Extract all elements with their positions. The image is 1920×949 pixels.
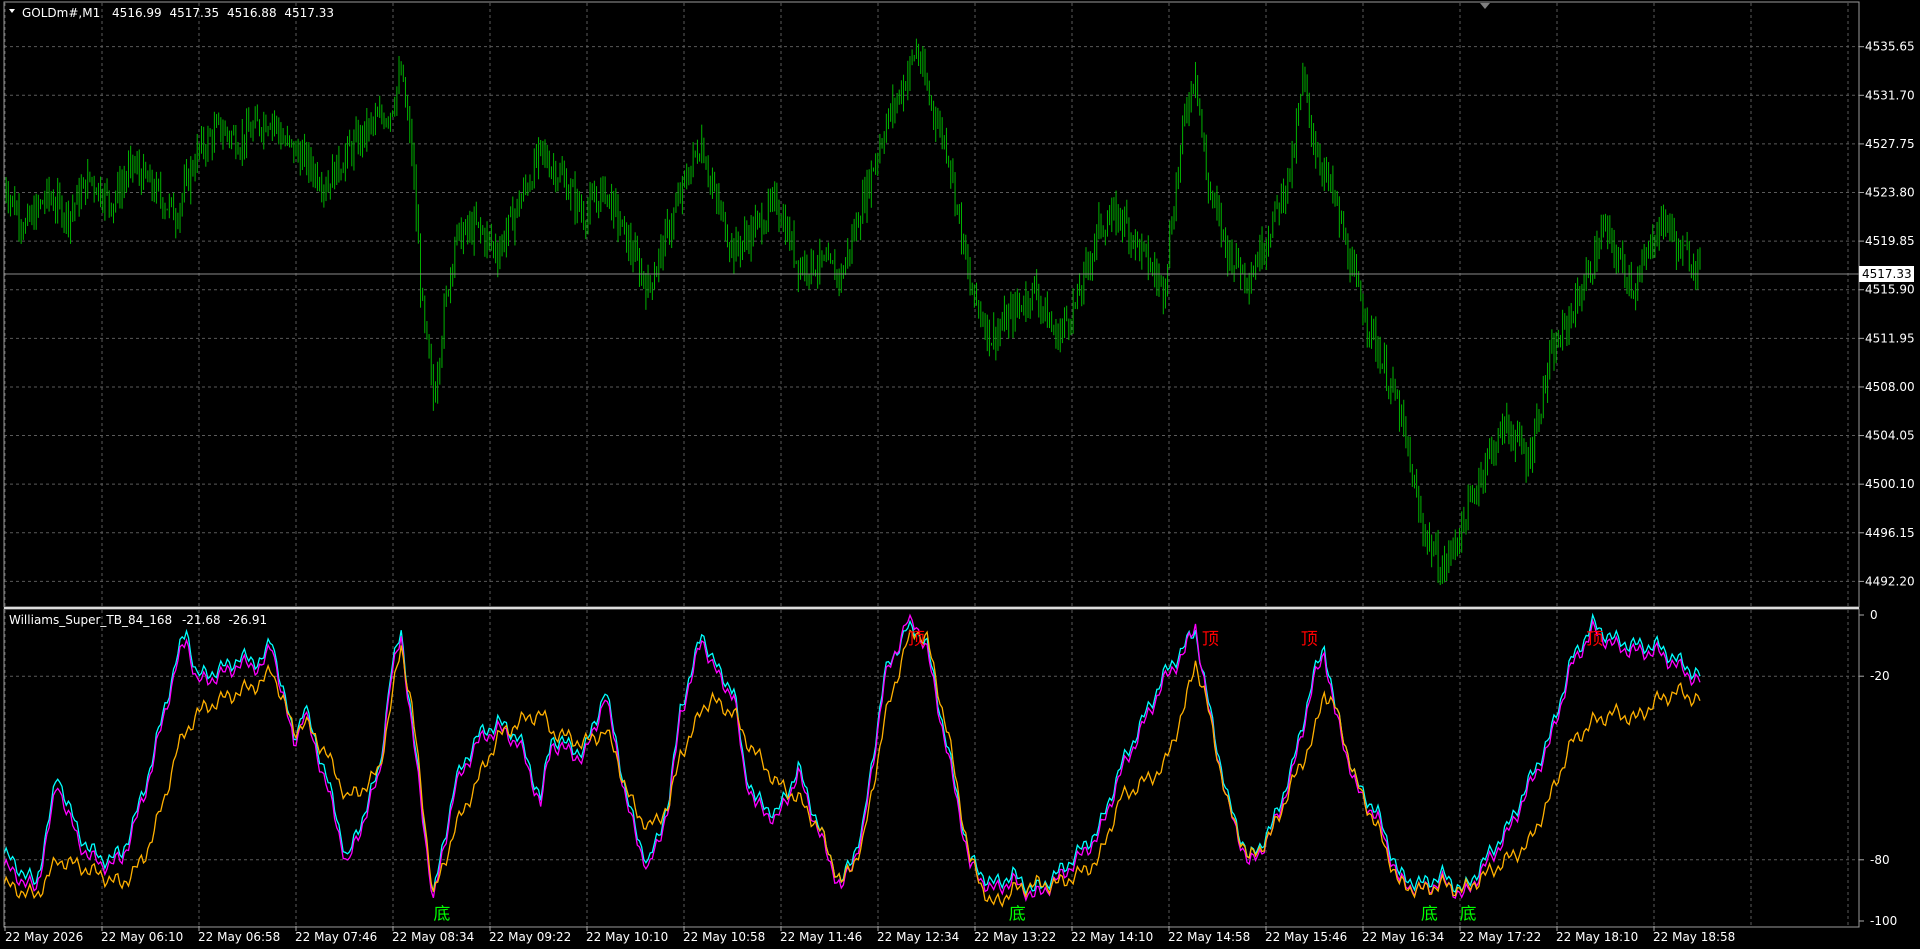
price-y-label: 4500.10: [1865, 477, 1915, 491]
x-tick-label: 22 May 06:58: [198, 930, 280, 944]
price-y-label: 4523.80: [1865, 186, 1915, 200]
top-signal-label: 顶: [1586, 629, 1603, 649]
x-tick-label: 22 May 15:46: [1265, 930, 1347, 944]
indicator-header: Williams_Super_TB_84_168 -21.68 -26.91: [9, 613, 267, 627]
x-tick-label: 22 May 09:22: [489, 930, 571, 944]
x-tick-label: 22 May 14:10: [1071, 930, 1153, 944]
x-tick-label: 22 May 17:22: [1459, 930, 1541, 944]
x-tick-label: 22 May 12:34: [877, 930, 959, 944]
x-tick-label: 22 May 2026: [5, 930, 83, 944]
top-signal-label: 顶: [908, 629, 925, 649]
x-tick-label: 22 May 10:58: [683, 930, 765, 944]
indicator-name: Williams_Super_TB_84_168: [9, 613, 172, 627]
bottom-signal-label: 底: [1009, 905, 1026, 925]
ind-y-label: -20: [1870, 669, 1890, 683]
price-y-label: 4504.05: [1865, 429, 1915, 443]
price-y-label: 4515.90: [1865, 283, 1915, 297]
ind-y-label: 0: [1870, 608, 1878, 622]
bottom-signal-label: 底: [1460, 905, 1477, 925]
price-header: GOLDm#,M1 4516.99 4517.35 4516.88 4517.3…: [22, 6, 334, 20]
current-price-label: 4517.33: [1862, 267, 1912, 281]
ind-y-label: -80: [1870, 853, 1890, 867]
ind-y-label: -100: [1870, 914, 1897, 928]
x-tick-label: 22 May 07:46: [295, 930, 377, 944]
price-y-label: 4519.85: [1865, 234, 1915, 248]
x-tick-label: 22 May 14:58: [1168, 930, 1250, 944]
price-y-label: 4511.95: [1865, 331, 1915, 345]
x-tick-label: 22 May 18:10: [1556, 930, 1638, 944]
price-y-label: 4496.15: [1865, 526, 1915, 540]
close-value: 4517.33: [284, 6, 334, 20]
high-value: 4517.35: [170, 6, 220, 20]
x-tick-label: 22 May 10:10: [586, 930, 668, 944]
x-tick-label: 22 May 16:34: [1362, 930, 1444, 944]
price-y-label: 4508.00: [1865, 380, 1915, 394]
indicator-value-2: -26.91: [228, 613, 267, 627]
price-y-label: 4492.20: [1865, 574, 1915, 588]
x-tick-label: 22 May 08:34: [392, 930, 474, 944]
x-tick-label: 22 May 11:46: [780, 930, 862, 944]
price-y-label: 4535.65: [1865, 40, 1915, 54]
bottom-signal-label: 底: [433, 905, 450, 925]
price-y-label: 4527.75: [1865, 137, 1915, 151]
symbol-label: GOLDm#,M1: [22, 6, 100, 20]
top-signal-label: 顶: [1202, 629, 1219, 649]
low-value: 4516.88: [227, 6, 277, 20]
price-y-label: 4531.70: [1865, 88, 1915, 102]
x-tick-label: 22 May 06:10: [101, 930, 183, 944]
top-signal-label: 顶: [1301, 629, 1318, 649]
indicator-value-1: -21.68: [182, 613, 221, 627]
x-tick-label: 22 May 13:22: [974, 930, 1056, 944]
trading-chart[interactable]: 顶 顶 顶 顶底 底 底 底 22 May 2026 22 May 06:10 22 May 0…: [0, 0, 1920, 949]
x-tick-label: 22 May 18:58: [1653, 930, 1735, 944]
bottom-signal-label: 底: [1421, 905, 1438, 925]
open-value: 4516.99: [112, 6, 162, 20]
